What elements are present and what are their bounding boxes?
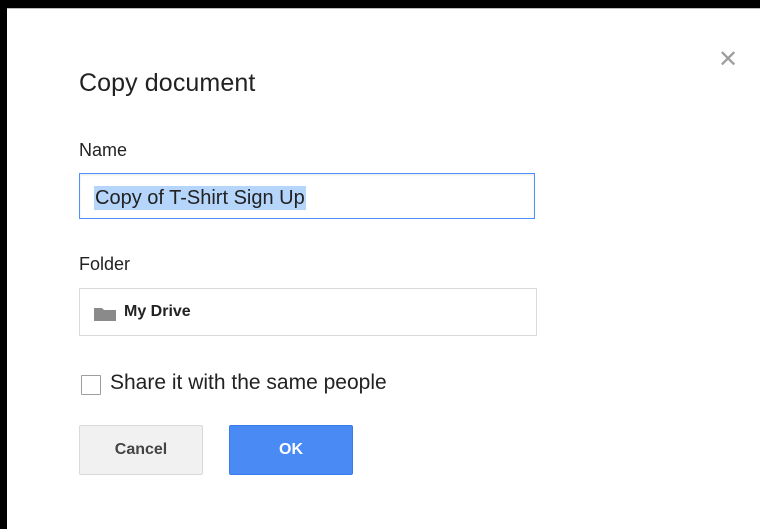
share-checkbox-label[interactable]: Share it with the same people (110, 371, 387, 395)
folder-icon (94, 308, 116, 321)
folder-name: My Drive (124, 303, 191, 320)
copy-document-dialog: ✕ Copy document Name Copy of T-Shirt Sig… (7, 8, 760, 529)
folder-label: Folder (79, 254, 131, 274)
name-input-value[interactable]: Copy of T-Shirt Sign Up (94, 186, 306, 210)
name-input[interactable]: Copy of T-Shirt Sign Up (79, 173, 535, 219)
name-label: Name (79, 140, 128, 160)
dialog-title: Copy document (79, 69, 256, 97)
share-checkbox[interactable] (81, 375, 101, 395)
folder-picker[interactable]: My Drive (79, 288, 537, 336)
ok-button[interactable]: OK (229, 425, 353, 475)
cancel-button[interactable]: Cancel (79, 425, 203, 475)
close-icon[interactable]: ✕ (715, 47, 741, 73)
